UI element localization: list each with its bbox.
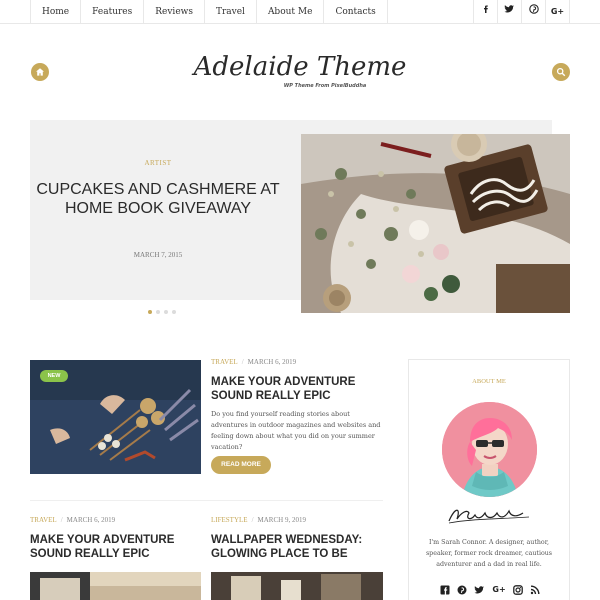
nav-item-contacts[interactable]: Contacts bbox=[324, 0, 388, 24]
post-excerpt: Do you find yourself reading stories abo… bbox=[211, 410, 381, 451]
featured-title[interactable]: Cupcakes and Cashmere at Home Book Givea… bbox=[30, 180, 286, 218]
about-text: I'm Sarah Connor. A designer, author, sp… bbox=[425, 539, 553, 568]
twitter-icon[interactable] bbox=[498, 0, 522, 24]
search-icon bbox=[556, 67, 566, 77]
header-social-links: G+ bbox=[473, 0, 570, 24]
slider-dot[interactable] bbox=[156, 310, 160, 314]
post-date: March 6, 2019 bbox=[66, 516, 116, 524]
featured-category[interactable]: Artist bbox=[30, 159, 286, 167]
post-image[interactable] bbox=[211, 572, 383, 600]
post-meta: Travel / March 6, 2019 bbox=[211, 358, 297, 366]
nav-item-travel[interactable]: Travel bbox=[205, 0, 257, 24]
post-category[interactable]: Travel bbox=[30, 516, 57, 524]
twitter-icon[interactable] bbox=[474, 585, 485, 598]
post-image[interactable] bbox=[30, 572, 201, 600]
slider-dot[interactable] bbox=[172, 310, 176, 314]
avatar bbox=[442, 402, 537, 497]
post-meta: Travel / March 6, 2019 bbox=[30, 516, 116, 524]
instagram-icon[interactable] bbox=[512, 585, 523, 598]
about-title: About Me bbox=[472, 378, 506, 385]
slider-dot[interactable] bbox=[148, 310, 152, 314]
pinterest-icon[interactable] bbox=[522, 0, 546, 24]
about-social-links: G+ bbox=[440, 585, 540, 598]
site-tagline: WP Theme From PixelBuddha bbox=[283, 83, 367, 89]
post-title[interactable]: Wallpaper Wednesday: Glowing Place to Be bbox=[211, 533, 383, 561]
featured-image[interactable] bbox=[301, 134, 570, 313]
post-category[interactable]: Lifestyle bbox=[211, 516, 248, 524]
facebook-icon[interactable] bbox=[474, 0, 498, 24]
featured-date: March 7, 2015 bbox=[133, 251, 183, 259]
nav-item-about-me[interactable]: About Me bbox=[257, 0, 325, 24]
post-date: March 6, 2019 bbox=[247, 358, 297, 366]
signature bbox=[445, 503, 535, 534]
divider bbox=[30, 500, 383, 501]
google-plus-icon[interactable]: G+ bbox=[546, 0, 570, 24]
site-logo[interactable]: Adelaide Theme bbox=[0, 52, 600, 82]
facebook-icon[interactable] bbox=[440, 585, 450, 598]
main-menu: Home Features Reviews Travel About Me Co… bbox=[30, 0, 388, 24]
slider-dot[interactable] bbox=[164, 310, 168, 314]
rss-icon[interactable] bbox=[530, 585, 540, 598]
read-more-button[interactable]: READ MORE bbox=[211, 456, 271, 474]
new-badge: NEW bbox=[40, 370, 68, 382]
nav-item-reviews[interactable]: Reviews bbox=[144, 0, 205, 24]
nav-item-home[interactable]: Home bbox=[31, 0, 82, 24]
top-navigation-bar: Home Features Reviews Travel About Me Co… bbox=[0, 0, 600, 24]
post-category[interactable]: Travel bbox=[211, 358, 238, 366]
post-title[interactable]: Make Your Adventure Sound Really Epic bbox=[211, 375, 381, 403]
google-plus-icon[interactable]: G+ bbox=[492, 585, 505, 598]
post-meta: Lifestyle / March 9, 2019 bbox=[211, 516, 306, 524]
pinterest-icon[interactable] bbox=[457, 585, 467, 598]
nav-item-features[interactable]: Features bbox=[81, 0, 145, 24]
search-button[interactable] bbox=[552, 63, 570, 81]
post-date: March 9, 2019 bbox=[257, 516, 306, 524]
post-title[interactable]: Make Your Adventure Sound Really Epic bbox=[30, 533, 202, 561]
slider-dots bbox=[148, 310, 176, 314]
